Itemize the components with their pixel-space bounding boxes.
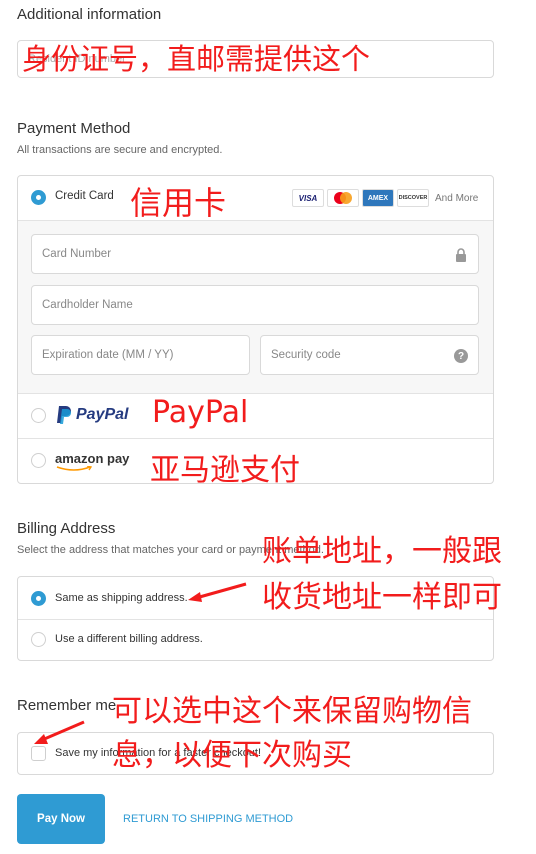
save-info-checkbox[interactable] — [31, 746, 46, 761]
card-number-placeholder: Card Number — [42, 248, 112, 260]
divider — [18, 619, 493, 620]
billing-address-heading: Billing Address — [17, 520, 116, 537]
arrow-annotation-icon — [34, 720, 85, 744]
annotation-paypal: PayPal — [152, 395, 249, 430]
amazon-smile-icon — [56, 466, 93, 471]
remember-me-heading: Remember me — [17, 697, 117, 714]
visa-icon: VISA — [292, 189, 324, 207]
additional-info-heading: Additional information — [17, 6, 162, 23]
payment-method-subheading: All transactions are secure and encrypte… — [17, 144, 223, 156]
mastercard-circles-icon — [334, 192, 352, 204]
different-billing-label: Use a different billing address. — [55, 633, 203, 645]
paypal-radio[interactable] — [31, 408, 46, 423]
and-more-text: And More — [435, 193, 479, 204]
paypal-logo-text: PayPal — [76, 406, 129, 423]
annotation-remember-line1: 可以选中这个来保留购物信 — [112, 694, 472, 729]
expiration-date-placeholder: Expiration date (MM / YY) — [42, 349, 174, 361]
lock-icon — [456, 248, 466, 262]
security-code-input[interactable]: Security code ? — [260, 335, 479, 375]
annotation-remember-line2: 息，以便下次购买 — [112, 738, 352, 773]
help-icon[interactable]: ? — [454, 349, 468, 363]
annotation-billing-line2: 收货地址一样即可 — [262, 580, 502, 615]
cardholder-name-placeholder: Cardholder Name — [42, 299, 133, 311]
divider — [18, 438, 493, 439]
mastercard-icon — [327, 189, 359, 207]
paypal-p-icon — [57, 406, 71, 424]
payment-method-heading: Payment Method — [17, 120, 131, 137]
card-number-input[interactable]: Card Number — [31, 234, 479, 274]
annotation-resident-id: 身份证号，直邮需提供这个 — [22, 42, 371, 76]
security-code-placeholder: Security code — [271, 349, 341, 361]
cardholder-name-input[interactable]: Cardholder Name — [31, 285, 479, 325]
annotation-amazon-pay: 亚马逊支付 — [150, 453, 300, 488]
same-as-shipping-label: Same as shipping address. — [55, 592, 188, 604]
amazon-pay-radio[interactable] — [31, 453, 46, 468]
amazon-pay-logo: amazon pay — [55, 451, 130, 466]
arrow-annotation-icon — [188, 582, 247, 602]
credit-card-radio[interactable] — [31, 190, 46, 205]
discover-icon: DISCOVER — [397, 189, 429, 207]
same-as-shipping-radio[interactable] — [31, 591, 46, 606]
credit-card-label: Credit Card — [55, 190, 114, 202]
payment-method-panel — [17, 175, 494, 484]
pay-now-button[interactable]: Pay Now — [17, 794, 105, 844]
expiration-date-input[interactable]: Expiration date (MM / YY) — [31, 335, 250, 375]
amex-icon: AMEX — [362, 189, 394, 207]
annotation-credit-card: 信用卡 — [130, 184, 227, 222]
return-to-shipping-link[interactable]: RETURN TO SHIPPING METHOD — [123, 813, 293, 825]
different-billing-radio[interactable] — [31, 632, 46, 647]
paypal-logo: PayPal — [55, 405, 128, 425]
annotation-billing-line1: 账单地址，一般跟 — [262, 534, 502, 569]
